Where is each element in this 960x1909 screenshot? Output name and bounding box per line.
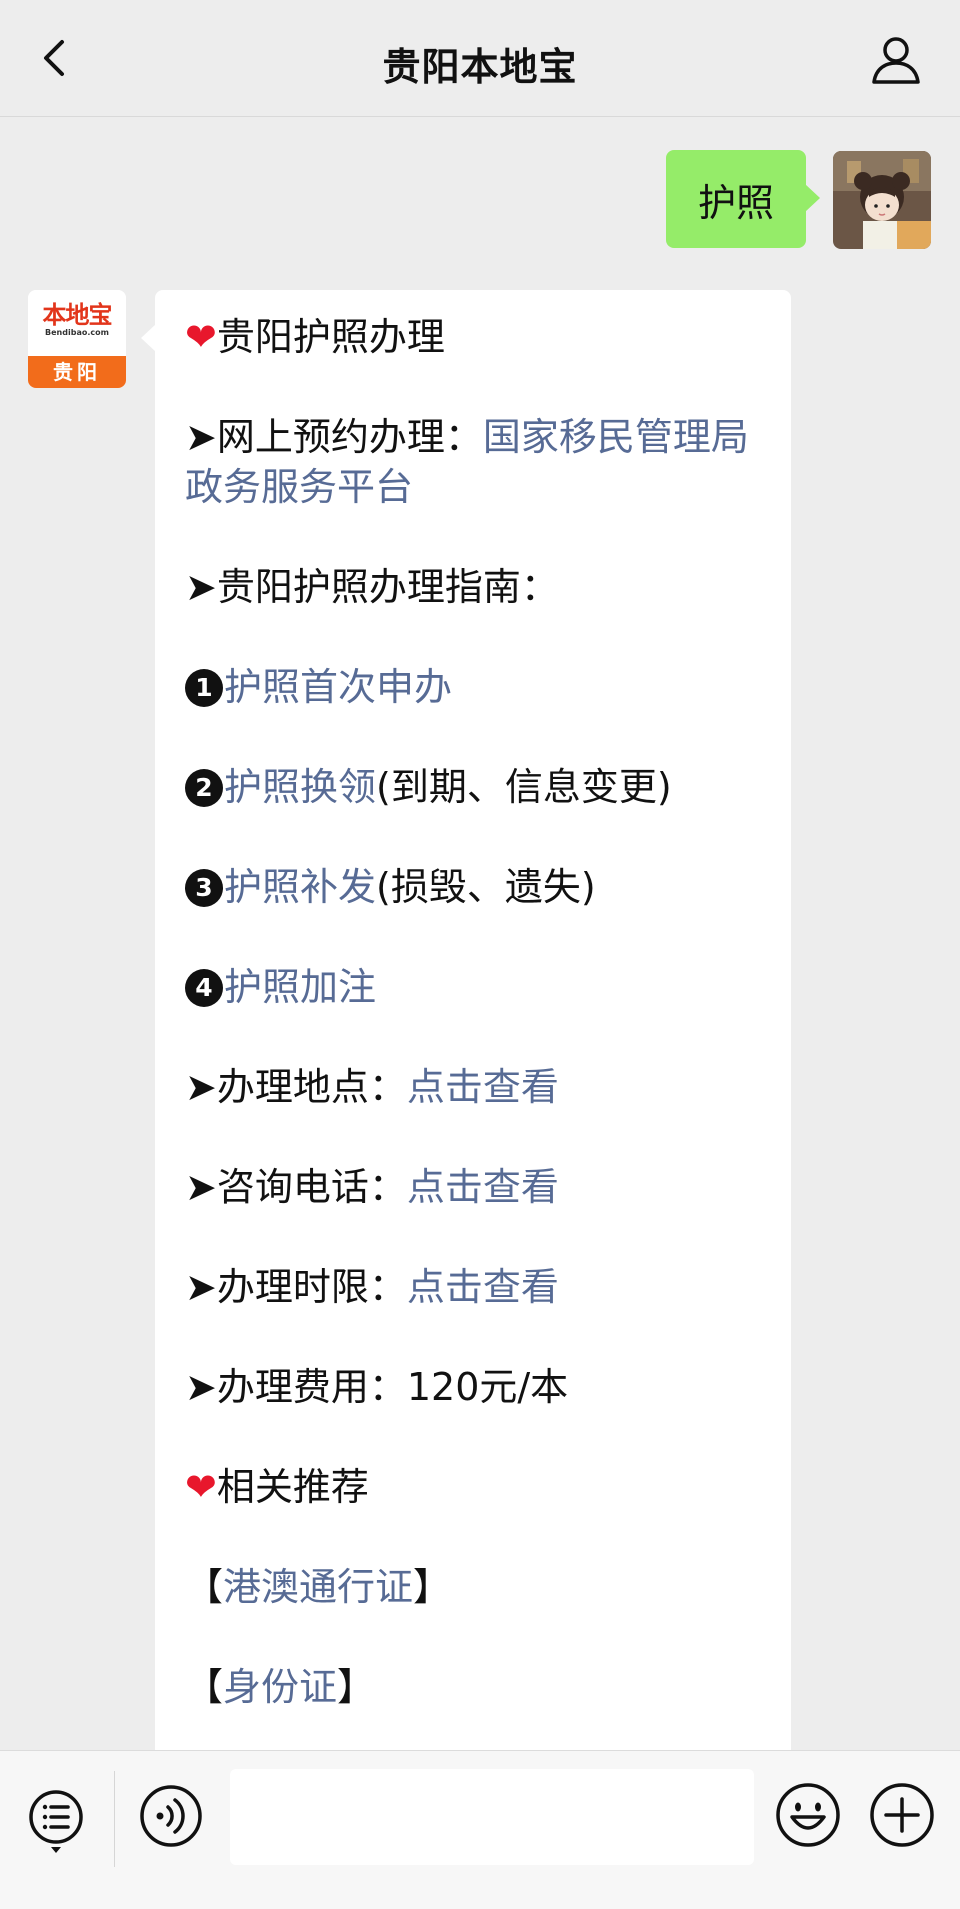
renewal-note: (到期、信息变更)	[376, 765, 672, 809]
first-application-link[interactable]: 护照首次申办	[224, 665, 452, 709]
reissue-link[interactable]: 护照补发	[224, 865, 376, 909]
toolbar-divider	[114, 1771, 115, 1867]
guide-item-4: 4 护照加注	[185, 962, 775, 1012]
bracket-open: 【	[185, 1665, 224, 1709]
heart-icon: ❤	[185, 1465, 217, 1509]
fee-label: ➤办理费用：	[185, 1365, 407, 1409]
person-icon	[872, 37, 920, 84]
incoming-message-bubble: ❤贵阳护照办理 ➤网上预约办理：国家移民管理局 政务服务平台 ➤贵阳护照办理指南…	[141, 290, 791, 1760]
time-label: ➤办理时限：	[185, 1265, 407, 1309]
number-4-icon: 4	[185, 969, 223, 1007]
recommend-item-2: 【身份证】	[185, 1662, 775, 1712]
plus-icon	[870, 1783, 934, 1847]
user-avatar-image	[833, 151, 931, 249]
outgoing-message-text: 护照	[697, 180, 774, 225]
logo-main-text: 本地宝	[42, 301, 113, 329]
bendibao-avatar[interactable]: 本地宝 Bendibao.com 贵阳	[28, 290, 126, 388]
voice-button[interactable]	[138, 1783, 204, 1849]
hk-macau-permit-link[interactable]: 港澳通行证	[223, 1565, 413, 1609]
time-line: ➤办理时限：点击查看	[185, 1262, 775, 1312]
chat-title: 贵阳本地宝	[382, 45, 578, 89]
bottom-input-bar	[0, 1750, 960, 1909]
online-booking-link-2[interactable]: 政务服务平台	[185, 465, 413, 509]
online-booking-line-2: 政务服务平台	[185, 462, 775, 512]
bendibao-logo: 本地宝 Bendibao.com	[28, 290, 126, 356]
location-link[interactable]: 点击查看	[407, 1065, 559, 1109]
location-label: ➤办理地点：	[185, 1065, 407, 1109]
guide-label: ➤贵阳护照办理指南：	[185, 565, 559, 609]
phone-link[interactable]: 点击查看	[407, 1165, 559, 1209]
location-line: ➤办理地点：点击查看	[185, 1062, 775, 1112]
bracket-open: 【	[185, 1565, 224, 1609]
voice-icon	[140, 1785, 202, 1847]
guide-item-1: 1 护照首次申办	[185, 662, 775, 712]
number-1-icon: 1	[185, 669, 223, 707]
message-input[interactable]	[230, 1769, 754, 1865]
reissue-note: (损毁、遗失)	[376, 865, 596, 909]
guide-item-3: 3 护照补发(损毁、遗失)	[185, 862, 775, 912]
endorsement-link[interactable]: 护照加注	[224, 965, 376, 1009]
message-heading: 贵阳护照办理	[216, 315, 445, 359]
guide-item-2: 2 护照换领(到期、信息变更)	[185, 762, 775, 812]
heart-icon: ❤	[185, 315, 217, 359]
online-booking-line: ➤网上预约办理：国家移民管理局	[185, 412, 775, 462]
outgoing-message-bubble[interactable]: 护照	[666, 150, 820, 248]
recommend-heading: 相关推荐	[216, 1465, 369, 1509]
phone-line: ➤咨询电话：点击查看	[185, 1162, 775, 1212]
bracket-close: 】	[413, 1565, 452, 1609]
id-card-link[interactable]: 身份证	[223, 1665, 337, 1709]
number-2-icon: 2	[185, 769, 223, 807]
more-button[interactable]	[868, 1781, 936, 1849]
list-menu-icon	[29, 1790, 83, 1853]
number-3-icon: 3	[185, 869, 223, 907]
smiley-icon	[776, 1783, 840, 1847]
emoji-button[interactable]	[774, 1781, 842, 1849]
user-avatar[interactable]	[833, 151, 931, 249]
recommend-item-1: 【港澳通行证】	[185, 1562, 775, 1612]
logo-sub-text: Bendibao.com	[45, 328, 109, 337]
profile-button[interactable]	[868, 34, 924, 86]
heading-line: ❤贵阳护照办理	[185, 312, 775, 362]
bracket-close: 】	[337, 1665, 376, 1709]
guide-line: ➤贵阳护照办理指南：	[185, 562, 775, 612]
phone-label: ➤咨询电话：	[185, 1165, 407, 1209]
online-booking-label: ➤网上预约办理：	[185, 415, 483, 459]
online-booking-link[interactable]: 国家移民管理局	[483, 415, 749, 459]
recommend-heading-line: ❤相关推荐	[185, 1462, 775, 1512]
menu-button[interactable]	[26, 1787, 86, 1857]
time-link[interactable]: 点击查看	[407, 1265, 559, 1309]
renewal-link[interactable]: 护照换领	[224, 765, 376, 809]
logo-city-text: 贵阳	[28, 356, 126, 388]
fee-line: ➤办理费用：120元/本	[185, 1362, 775, 1412]
fee-value: 120元/本	[406, 1365, 569, 1409]
top-nav-bar: 贵阳本地宝	[0, 0, 960, 117]
